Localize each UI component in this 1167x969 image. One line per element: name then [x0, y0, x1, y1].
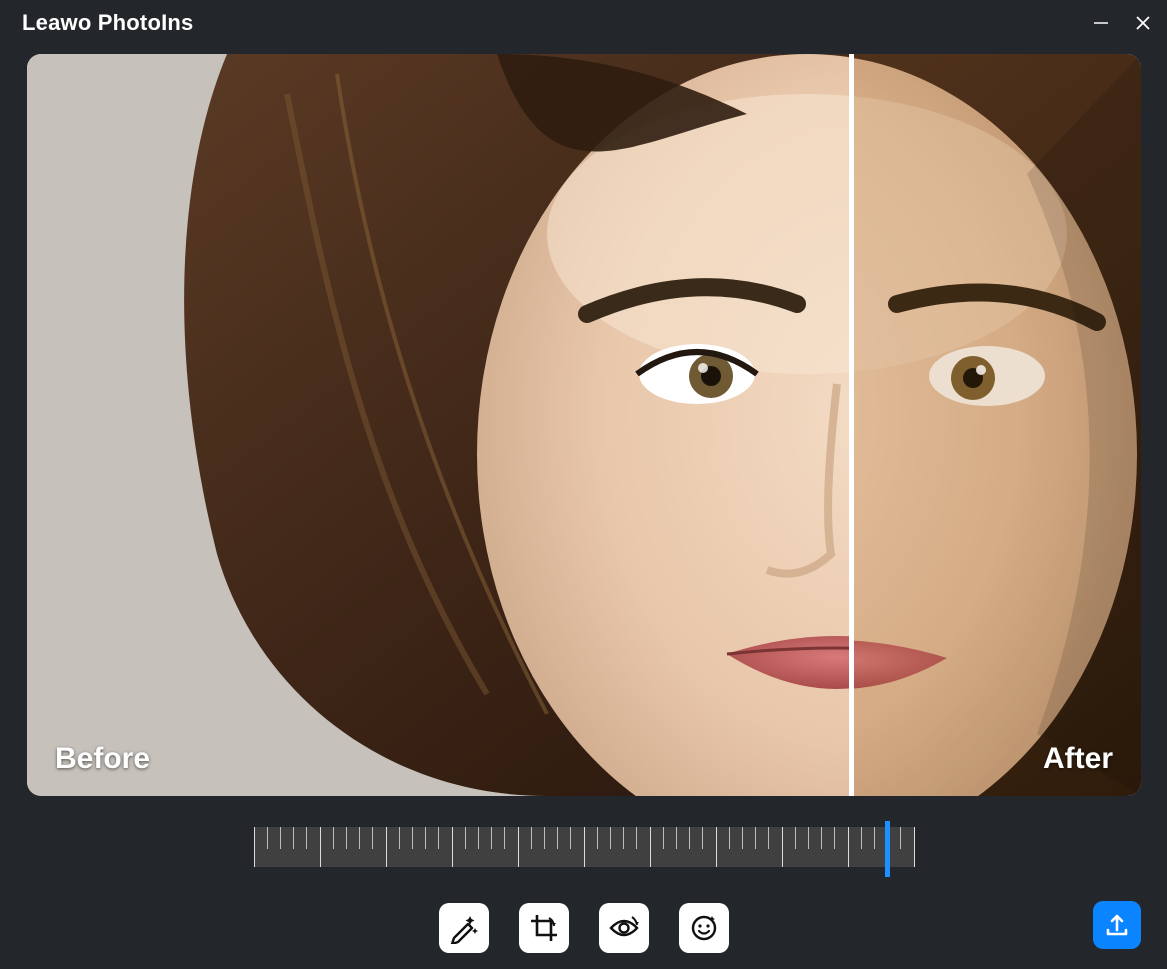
- window-controls: [1091, 13, 1153, 33]
- preview-area[interactable]: Before After: [27, 54, 1141, 796]
- auto-enhance-button[interactable]: [439, 903, 489, 953]
- ruler-track: [254, 827, 914, 867]
- close-button[interactable]: [1133, 13, 1153, 33]
- before-label: Before: [55, 742, 150, 776]
- face-retouch-button[interactable]: [679, 903, 729, 953]
- export-icon: [1103, 911, 1131, 939]
- after-label: After: [1043, 742, 1113, 776]
- close-icon: [1135, 15, 1151, 31]
- eye-enhance-button[interactable]: [599, 903, 649, 953]
- crop-rotate-button[interactable]: [519, 903, 569, 953]
- tool-toolbar: [0, 903, 1167, 953]
- comparison-slider[interactable]: [254, 822, 914, 872]
- crop-rotate-icon: [528, 912, 560, 944]
- face-retouch-icon: [688, 912, 720, 944]
- titlebar: Leawo PhotoIns: [0, 0, 1167, 46]
- app-title: Leawo PhotoIns: [22, 10, 193, 36]
- auto-enhance-icon: [448, 912, 480, 944]
- preview-image: [27, 54, 1141, 796]
- minimize-button[interactable]: [1091, 13, 1111, 33]
- minimize-icon: [1093, 15, 1109, 31]
- eye-enhance-icon: [608, 912, 640, 944]
- export-button[interactable]: [1093, 901, 1141, 949]
- ruler-handle[interactable]: [885, 821, 890, 877]
